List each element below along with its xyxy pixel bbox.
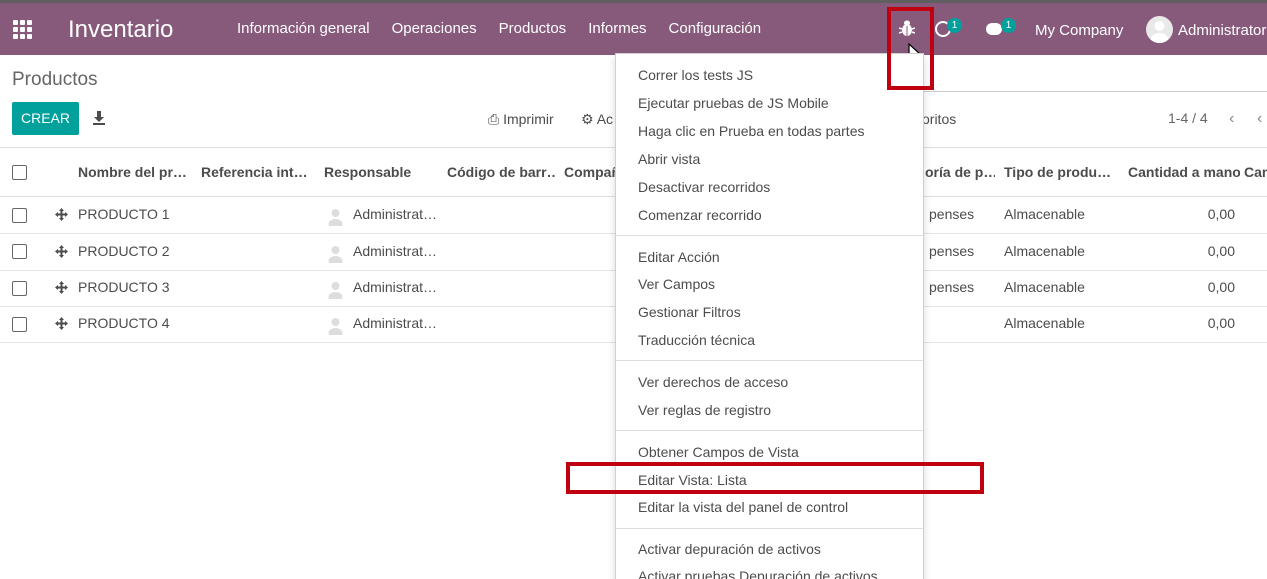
menu-item-operations[interactable]: Operaciones bbox=[392, 20, 477, 37]
menu-item-click-everywhere[interactable]: Haga clic en Prueba en todas partes bbox=[638, 123, 864, 139]
menu-item-view-access-rights[interactable]: Ver derechos de acceso bbox=[638, 374, 788, 390]
activity-badge: 1 bbox=[947, 18, 962, 33]
user-avatar[interactable] bbox=[1146, 16, 1173, 43]
breadcrumb: Productos bbox=[12, 69, 98, 90]
column-header-reference[interactable]: Referencia int… bbox=[201, 164, 311, 180]
product-type: Almacenable bbox=[1004, 279, 1085, 295]
menu-item-fields-view-get[interactable]: Obtener Campos de Vista bbox=[638, 444, 799, 460]
product-name: PRODUCTO 2 bbox=[78, 243, 170, 259]
menu-item-edit-action[interactable]: Editar Acción bbox=[638, 249, 720, 265]
menu-item-disable-tours[interactable]: Desactivar recorridos bbox=[638, 179, 770, 195]
responsible: Administrat… bbox=[353, 206, 438, 222]
product-name: PRODUCTO 3 bbox=[78, 279, 170, 295]
app-brand[interactable]: Inventario bbox=[68, 16, 173, 44]
qty-on-hand: 0,00 bbox=[1207, 315, 1235, 331]
qty-on-hand: 0,00 bbox=[1207, 279, 1235, 295]
gear-icon: ⚙ bbox=[581, 111, 594, 127]
menu-divider bbox=[616, 235, 923, 236]
column-header-forecast[interactable]: Can bbox=[1244, 164, 1267, 180]
qty-on-hand: 0,00 bbox=[1207, 206, 1235, 222]
category: penses bbox=[929, 243, 975, 259]
menu-item-products[interactable]: Productos bbox=[499, 20, 567, 37]
column-header-responsible[interactable]: Responsable bbox=[324, 164, 434, 180]
search-input[interactable] bbox=[922, 91, 1267, 92]
avatar-icon bbox=[328, 318, 343, 335]
company-switcher[interactable]: My Company bbox=[1035, 22, 1123, 39]
messages-icon[interactable] bbox=[986, 23, 1002, 35]
column-header-name[interactable]: Nombre del pr… bbox=[78, 164, 188, 180]
responsible: Administrat… bbox=[353, 279, 438, 295]
debug-icon-highlight bbox=[887, 7, 934, 90]
product-name: PRODUCTO 1 bbox=[78, 206, 170, 222]
menu-item-run-js-mobile-tests[interactable]: Ejecutar pruebas de JS Mobile bbox=[638, 95, 829, 111]
row-checkbox[interactable] bbox=[12, 317, 27, 332]
apps-menu-icon[interactable] bbox=[13, 20, 33, 39]
menu-item-edit-control-panel-view[interactable]: Editar la vista del panel de control bbox=[638, 499, 848, 515]
menu-divider bbox=[616, 360, 923, 361]
pager-value[interactable]: 1-4 / 4 bbox=[1168, 110, 1208, 126]
menu-item-run-js-tests[interactable]: Correr los tests JS bbox=[638, 67, 753, 83]
menu-item-reports[interactable]: Informes bbox=[588, 20, 646, 37]
column-header-company[interactable]: Compañ bbox=[564, 164, 616, 180]
menu-divider bbox=[616, 430, 923, 431]
favorites-button[interactable]: oritos bbox=[922, 111, 956, 127]
product-type: Almacenable bbox=[1004, 315, 1085, 331]
print-button[interactable]: ⎙ Imprimir bbox=[488, 111, 554, 128]
download-icon[interactable] bbox=[92, 110, 106, 126]
print-icon: ⎙ bbox=[488, 111, 500, 127]
create-button[interactable]: CREAR bbox=[12, 102, 79, 135]
row-checkbox[interactable] bbox=[12, 208, 27, 223]
pager-next-icon[interactable]: ‹ bbox=[1257, 110, 1262, 128]
menu-item-activate-tests-assets-debug[interactable]: Activar pruebas Depuración de activos bbox=[638, 568, 878, 579]
avatar-icon bbox=[328, 209, 343, 226]
qty-on-hand: 0,00 bbox=[1207, 243, 1235, 259]
menu-item-open-view[interactable]: Abrir vista bbox=[638, 151, 700, 167]
select-all-checkbox[interactable] bbox=[12, 165, 27, 180]
action-button[interactable]: ⚙ Ac bbox=[581, 111, 613, 128]
menu-item-start-tour[interactable]: Comenzar recorrido bbox=[638, 207, 762, 223]
edit-view-highlight bbox=[566, 462, 984, 494]
column-header-qty-on-hand[interactable]: Cantidad a mano bbox=[1128, 164, 1240, 180]
category: penses bbox=[929, 206, 975, 222]
column-header-barcode[interactable]: Código de barr… bbox=[447, 164, 557, 180]
avatar-icon bbox=[328, 282, 343, 299]
product-name: PRODUCTO 4 bbox=[78, 315, 170, 331]
column-header-category[interactable]: oría de p… bbox=[925, 164, 995, 180]
menu-divider bbox=[616, 528, 923, 529]
row-checkbox[interactable] bbox=[12, 281, 27, 296]
category: penses bbox=[929, 279, 975, 295]
menu-item-manage-filters[interactable]: Gestionar Filtros bbox=[638, 304, 741, 320]
column-header-product-type[interactable]: Tipo de produ… bbox=[1004, 164, 1116, 180]
drag-handle-icon[interactable] bbox=[55, 245, 68, 258]
menu-item-configuration[interactable]: Configuración bbox=[669, 20, 762, 37]
drag-handle-icon[interactable] bbox=[55, 208, 68, 221]
debug-dropdown-menu: Correr los tests JS Ejecutar pruebas de … bbox=[615, 53, 924, 579]
menu-item-view-fields[interactable]: Ver Campos bbox=[638, 276, 715, 292]
pager-previous-icon[interactable]: ‹ bbox=[1229, 110, 1234, 128]
avatar-icon bbox=[328, 246, 343, 263]
menu-item-view-record-rules[interactable]: Ver reglas de registro bbox=[638, 402, 771, 418]
drag-handle-icon[interactable] bbox=[55, 317, 68, 330]
drag-handle-icon[interactable] bbox=[55, 281, 68, 294]
user-menu[interactable]: Administrator bbox=[1178, 22, 1266, 39]
product-type: Almacenable bbox=[1004, 206, 1085, 222]
menu-item-technical-translation[interactable]: Traducción técnica bbox=[638, 332, 755, 348]
menu-item-overview[interactable]: Información general bbox=[237, 20, 370, 37]
menu-item-activate-assets-debug[interactable]: Activar depuración de activos bbox=[638, 541, 821, 557]
top-navbar: Inventario Información general Operacion… bbox=[0, 0, 1267, 63]
responsible: Administrat… bbox=[353, 315, 438, 331]
responsible: Administrat… bbox=[353, 243, 438, 259]
messages-badge: 1 bbox=[1001, 18, 1016, 33]
category bbox=[925, 315, 995, 331]
row-checkbox[interactable] bbox=[12, 244, 27, 259]
main-menu: Información general Operaciones Producto… bbox=[237, 20, 783, 37]
product-type: Almacenable bbox=[1004, 243, 1085, 259]
